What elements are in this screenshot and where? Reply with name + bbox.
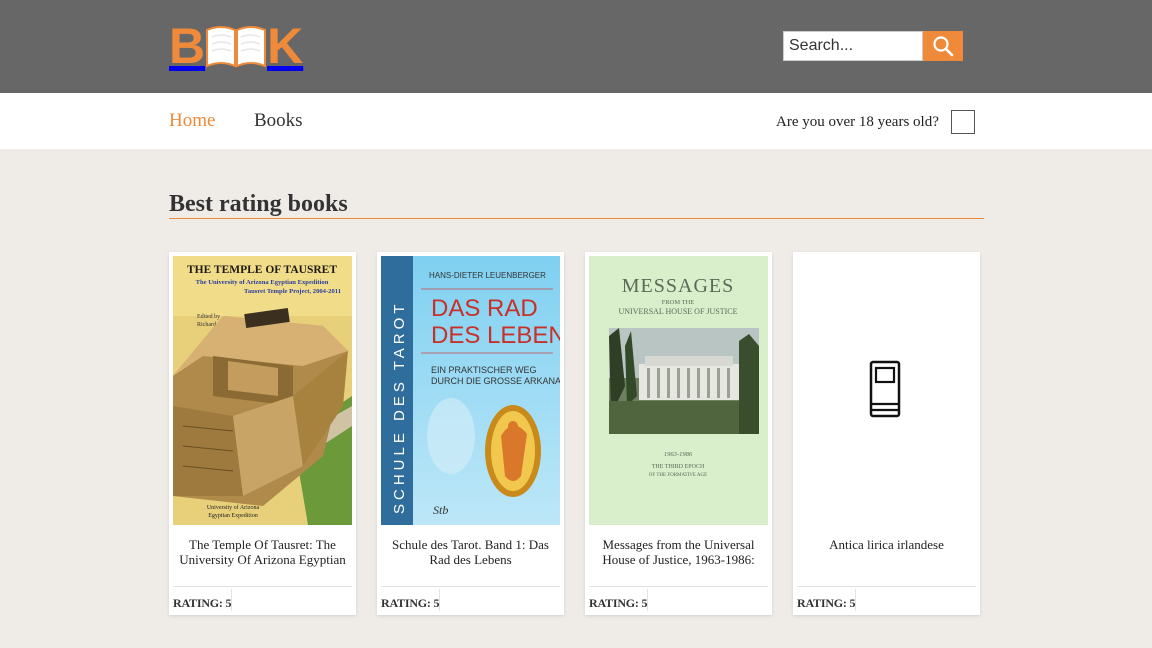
rating-label: RATING: 5 [589,596,648,610]
nav-home-link[interactable]: Home [169,110,215,132]
age-checkbox[interactable] [951,110,975,134]
logo-letter-b: B [169,18,206,74]
book-cover[interactable]: MESSAGES FROM THE UNIVERSAL HOUSE OF JUS… [589,256,768,525]
cover-spine-text: SCHULE DES TAROT [391,301,408,514]
rating-separator [855,589,856,611]
cover-publisher: Stb [433,503,448,517]
main-nav: Home Books Are you over 18 years old? [0,93,1152,149]
book-placeholder-icon [869,360,901,418]
cover-subtitle: DURCH DIE GROSSE ARKANA [431,376,560,386]
book-card[interactable]: SCHULE DES TAROT HANS-DIETER LEUENBERGER… [377,252,564,615]
search-icon [933,36,954,57]
cover-subtitle: The University of Arizona Egyptian Exped… [196,279,329,286]
book-card[interactable]: THE TEMPLE OF TAUSRET The University of … [169,252,356,615]
cover-subtitle: UNIVERSAL HOUSE OF JUSTICE [618,307,737,316]
logo-letter-k: K [267,18,304,74]
book-card[interactable]: Antica lirica irlandese RATING: 5 [793,252,980,615]
cover-editor: Edited by [197,314,220,320]
book-card[interactable]: MESSAGES FROM THE UNIVERSAL HOUSE OF JUS… [585,252,772,615]
cover-title: DAS RAD [431,295,538,322]
card-divider [589,586,768,587]
book-title[interactable]: The Temple Of Tausret: The University Of… [175,537,350,568]
card-divider [381,586,560,587]
rating-separator [439,589,440,611]
rating-label: RATING: 5 [173,596,232,610]
messages-cover-image: MESSAGES FROM THE UNIVERSAL HOUSE OF JUS… [589,256,768,525]
open-book-icon [206,26,267,68]
temple-cover-image: THE TEMPLE OF TAUSRET The University of … [173,256,352,525]
cover-author: HANS-DIETER LEUENBERGER [429,271,546,280]
book-cover[interactable]: SCHULE DES TAROT HANS-DIETER LEUENBERGER… [381,256,560,525]
rating-label: RATING: 5 [381,596,440,610]
section-divider [169,218,984,219]
cover-subtitle: Tausret Temple Project, 2004-2011 [244,288,341,295]
cover-title: THE TEMPLE OF TAUSRET [187,264,337,276]
cover-title: MESSAGES [622,275,734,297]
site-logo[interactable]: B K [169,18,304,74]
book-title[interactable]: Messages from the Universal House of Jus… [591,537,766,568]
search-button[interactable] [923,31,963,61]
book-cover[interactable]: THE TEMPLE OF TAUSRET The University of … [173,256,352,525]
nav-books-link[interactable]: Books [254,110,303,132]
rating-separator [231,589,232,611]
card-divider [797,586,976,587]
top-header: B K [0,0,1152,93]
book-title[interactable]: Antica lirica irlandese [799,537,974,568]
cover-footer: THE THIRD EPOCH [652,464,705,470]
card-divider [173,586,352,587]
rating-label: RATING: 5 [797,596,856,610]
cover-footer: Egyptian Expedition [208,513,258,519]
cover-years: 1963-1986 [664,451,693,458]
section-title: Best rating books [169,191,348,217]
search-bar [783,31,963,61]
cover-footer: University of Arizona [207,504,260,511]
search-input[interactable] [783,31,923,61]
age-question-label: Are you over 18 years old? [776,114,939,130]
book-title[interactable]: Schule des Tarot. Band 1: Das Rad des Le… [383,537,558,568]
cover-title: DES LEBENS [431,322,560,349]
cover-footer: OF THE FORMATIVE AGE [649,473,707,478]
tarot-cover-image: SCHULE DES TAROT HANS-DIETER LEUENBERGER… [381,256,560,525]
cover-subtitle: FROM THE [662,299,695,306]
rating-separator [647,589,648,611]
cover-subtitle: EIN PRAKTISCHER WEG [431,365,537,375]
